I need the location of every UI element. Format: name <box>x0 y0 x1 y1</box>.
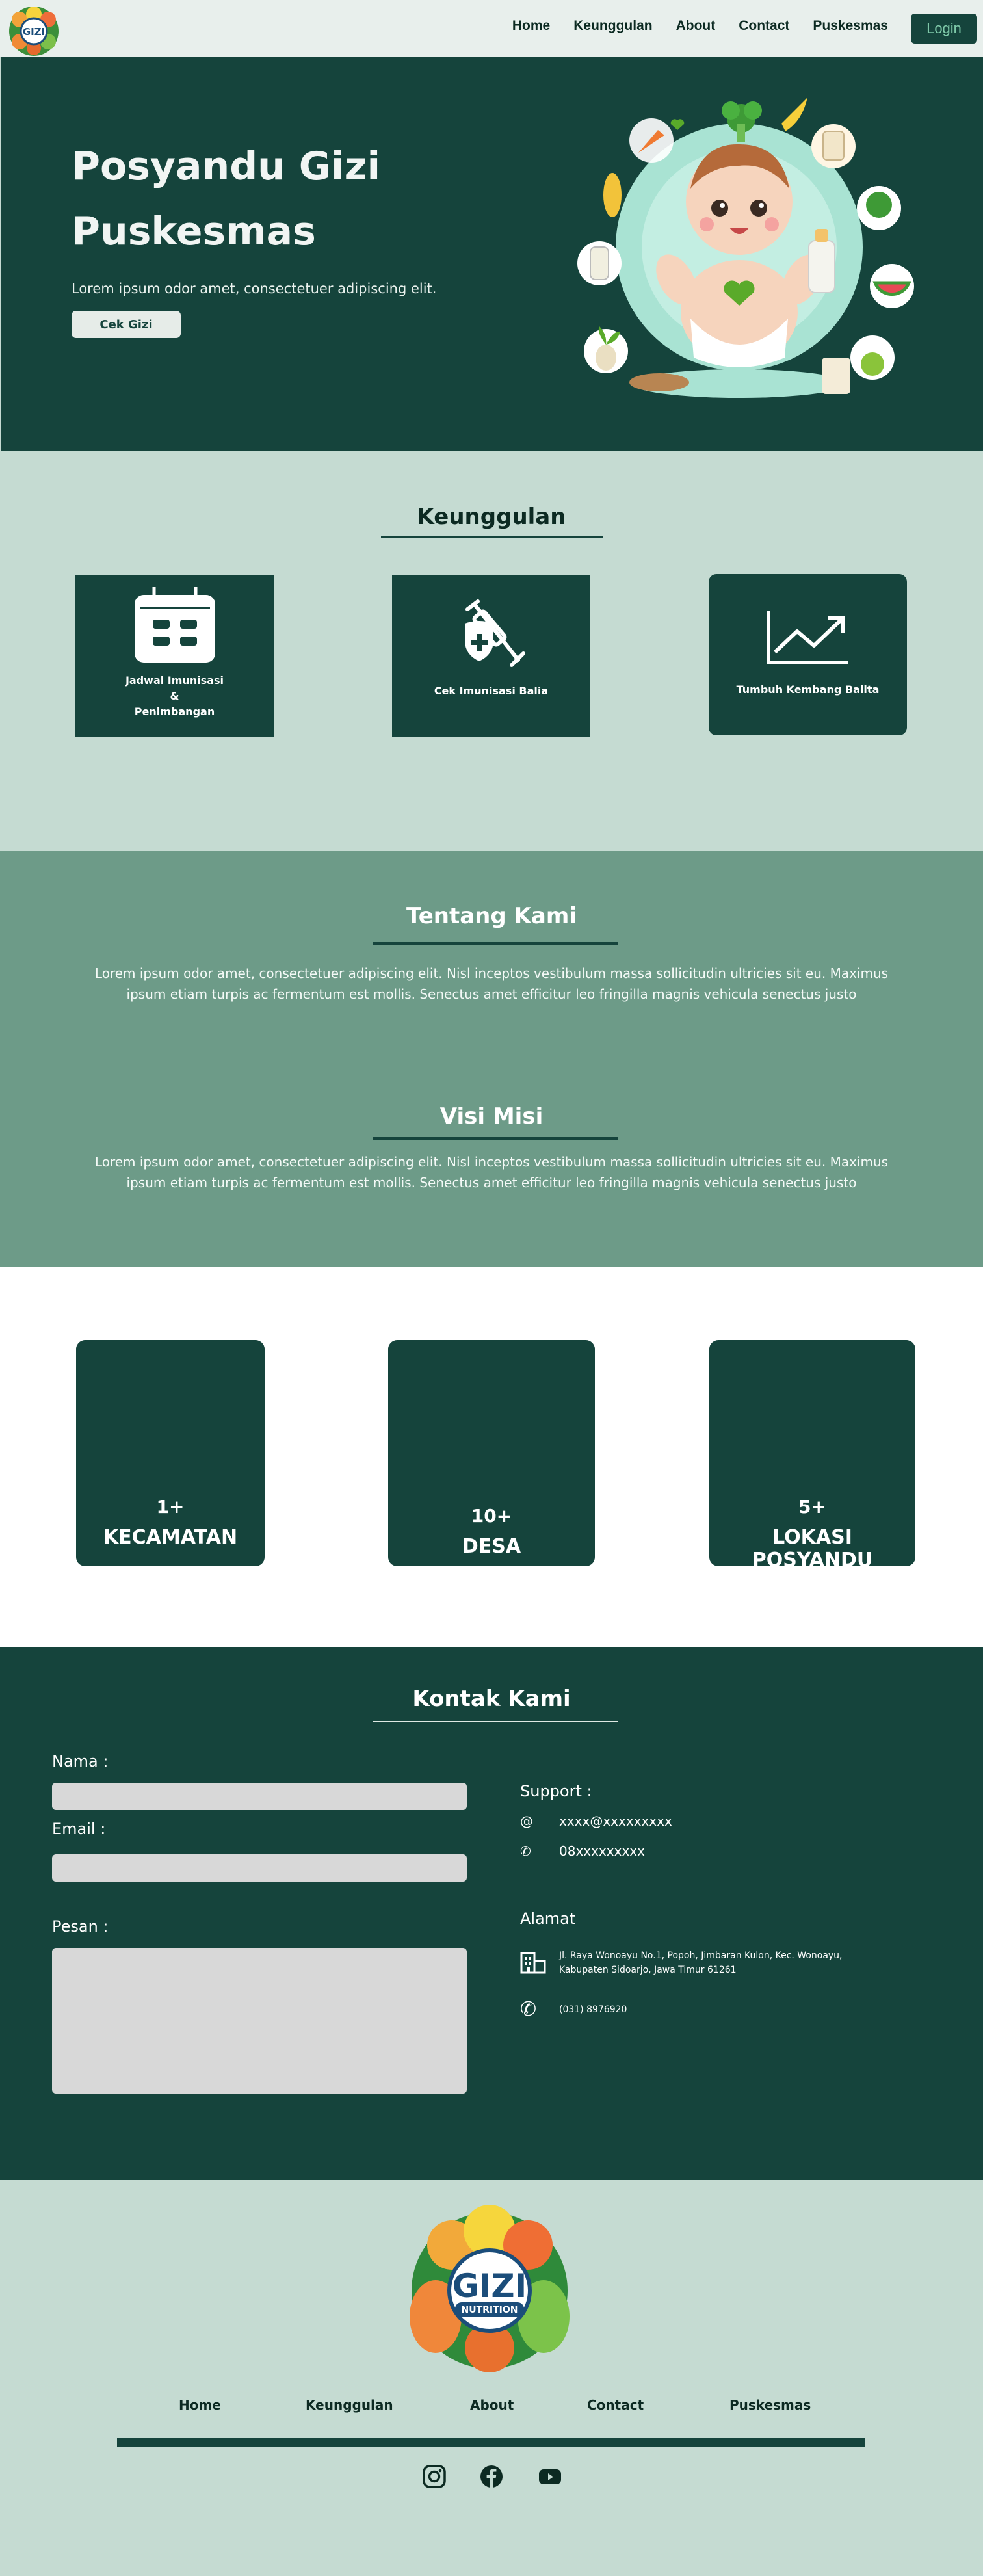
facebook-icon[interactable] <box>478 2464 505 2490</box>
office-phone[interactable]: (031) 8976920 <box>559 2003 865 2017</box>
cek-gizi-button[interactable]: Cek Gizi <box>72 311 181 338</box>
nav-link-contact[interactable]: Contact <box>739 18 789 34</box>
stat-label: DESA <box>462 1535 521 1558</box>
support-phone[interactable]: 08xxxxxxxxx <box>559 1843 645 1859</box>
office-phone-row: ✆ (031) 8976920 <box>520 1998 865 2021</box>
nav-link-puskesmas[interactable]: Puskesmas <box>813 18 888 34</box>
address-row: Jl. Raya Wonoayu No.1, Popoh, Jimbaran K… <box>520 1949 865 1977</box>
visi-misi-title: Visi Misi <box>439 1103 544 1129</box>
about-section: Tentang Kami Lorem ipsum odor amet, cons… <box>0 851 983 1267</box>
support-email[interactable]: xxxx@xxxxxxxxx <box>559 1813 672 1829</box>
vaccine-icon <box>464 599 525 667</box>
keunggulan-underline <box>381 536 603 538</box>
pesan-label: Pesan : <box>52 1917 109 1936</box>
nama-input[interactable] <box>52 1783 467 1810</box>
card-label: Jadwal Imunisasi & Penimbangan <box>125 673 224 720</box>
gizi-logo[interactable]: GIZI <box>5 3 62 57</box>
footer-link-keunggulan[interactable]: Keunggulan <box>306 2397 393 2413</box>
phone-icon: ✆ <box>520 1843 531 1859</box>
at-icon: @ <box>520 1813 533 1829</box>
contact-section: Kontak Kami Nama : Email : Pesan : Suppo… <box>0 1647 983 2180</box>
footer-link-contact[interactable]: Contact <box>587 2397 644 2413</box>
visi-misi-text: Lorem ipsum odor amet, consectetuer adip… <box>94 1154 889 1190</box>
about-text: Lorem ipsum odor amet, consectetuer adip… <box>94 966 889 1002</box>
support-phone-row: ✆ 08xxxxxxxxx <box>520 1843 645 1859</box>
keunggulan-title: Keunggulan <box>417 504 566 530</box>
footer-link-home[interactable]: Home <box>179 2397 221 2413</box>
support-email-row: @ xxxx@xxxxxxxxx <box>520 1813 672 1829</box>
card-jadwal-imunisasi[interactable]: Jadwal Imunisasi & Penimbangan <box>75 575 274 737</box>
card-cek-imunisasi[interactable]: Cek Imunisasi Balia <box>392 575 590 737</box>
logo-text: GIZI <box>23 26 45 38</box>
footer: GIZI NUTRITION Home Keunggulan About Con… <box>0 2180 983 2576</box>
navbar: GIZI Home Keunggulan About Contact Puske… <box>0 0 983 57</box>
nav-link-keunggulan[interactable]: Keunggulan <box>573 18 652 34</box>
phone-icon: ✆ <box>520 1998 537 2021</box>
card-label-line: Penimbangan <box>134 705 215 718</box>
hero-subtitle: Lorem ipsum odor amet, consectetuer adip… <box>72 281 437 296</box>
stat-number: 5+ <box>798 1496 826 1518</box>
nav-links: Home Keunggulan About Contact Puskesmas <box>489 18 888 34</box>
contact-title: Kontak Kami <box>412 1686 571 1712</box>
address-text: Jl. Raya Wonoayu No.1, Popoh, Jimbaran K… <box>559 1951 843 1975</box>
pesan-textarea[interactable] <box>52 1948 467 2094</box>
card-label-line: & <box>170 690 179 702</box>
about-underline <box>373 942 618 945</box>
growth-chart-icon <box>766 611 848 664</box>
hero-title: Posyandu Gizi Puskesmas <box>72 144 381 254</box>
nama-label: Nama : <box>52 1752 109 1770</box>
stat-kecamatan: 1+ KECAMATAN <box>76 1340 265 1566</box>
stat-number: 10+ <box>471 1505 512 1527</box>
calendar-icon <box>134 587 215 663</box>
instagram-icon[interactable] <box>421 2464 447 2490</box>
gizi-nutrition-logo: GIZI NUTRITION <box>410 2205 570 2372</box>
email-label: Email : <box>52 1820 106 1838</box>
nav-link-about[interactable]: About <box>676 18 716 34</box>
about-title: Tentang Kami <box>406 903 577 929</box>
card-label: Tumbuh Kembang Balita <box>736 683 880 696</box>
stat-lokasi-posyandu: 5+ LOKASI POSYANDU <box>709 1340 915 1571</box>
support-label: Support : <box>520 1782 592 1800</box>
baby-nutrition-illustration <box>577 98 914 398</box>
login-button[interactable]: Login <box>911 14 977 44</box>
card-tumbuh-kembang[interactable]: Tumbuh Kembang Balita <box>709 574 907 735</box>
nav-link-home[interactable]: Home <box>512 18 550 34</box>
contact-underline <box>373 1721 618 1722</box>
logo-subtext: NUTRITION <box>461 2305 518 2315</box>
footer-link-about[interactable]: About <box>470 2397 514 2413</box>
stat-desa: 10+ DESA <box>388 1340 595 1566</box>
card-label-line: Jadwal Imunisasi <box>125 674 224 687</box>
card-label: Cek Imunisasi Balia <box>434 685 549 697</box>
keunggulan-section: Keunggulan Jadwal Imunisasi & Penimbanga… <box>0 451 983 851</box>
logo-text: GIZI <box>452 2267 527 2305</box>
youtube-icon[interactable] <box>537 2464 563 2490</box>
visi-misi-underline <box>373 1137 618 1140</box>
stats-section: 1+ KECAMATAN 10+ DESA 5+ LOKASI POSYANDU <box>0 1267 983 1647</box>
footer-link-puskesmas[interactable]: Puskesmas <box>729 2397 811 2413</box>
stat-number: 1+ <box>156 1496 185 1518</box>
footer-divider <box>117 2438 865 2447</box>
alamat-label: Alamat <box>520 1910 576 1928</box>
building-icon <box>520 1952 546 1974</box>
email-input[interactable] <box>52 1854 467 1882</box>
hero-section: Posyandu Gizi Puskesmas Lorem ipsum odor… <box>1 57 983 451</box>
stat-label: KECAMATAN <box>103 1526 238 1549</box>
stat-label: LOKASI POSYANDU <box>752 1526 873 1571</box>
